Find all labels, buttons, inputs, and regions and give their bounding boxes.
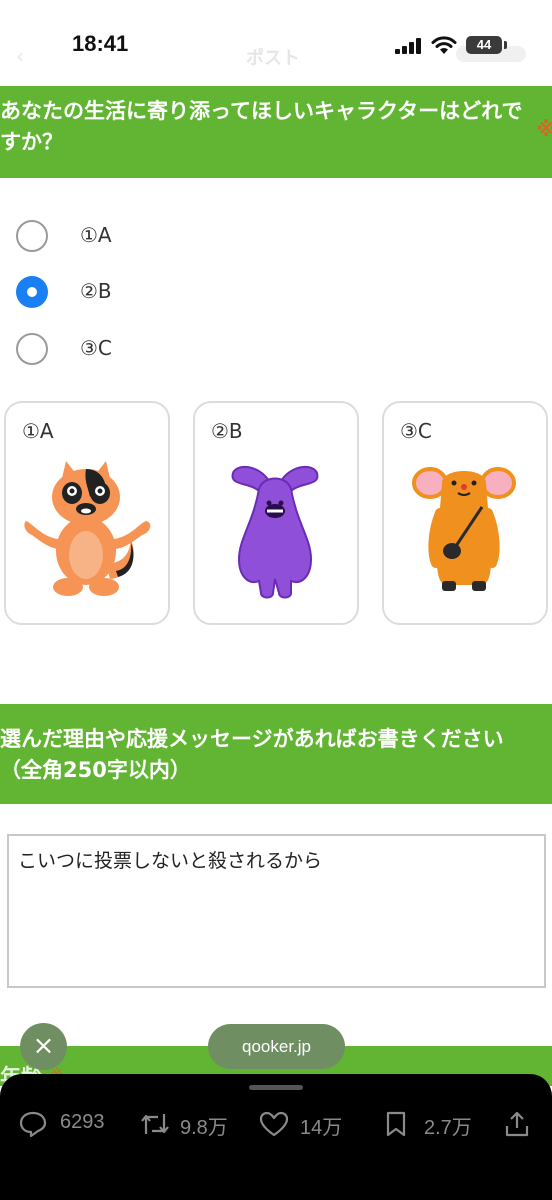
bookmark-action[interactable]: 2.7万 — [382, 1108, 492, 1140]
card-c-label: ③C — [400, 419, 432, 443]
purple-rabbit-character-icon — [231, 465, 319, 599]
option-a[interactable]: ①A — [16, 216, 316, 256]
character-card-c: ③C — [382, 401, 548, 625]
option-b[interactable]: ②B — [16, 272, 316, 312]
close-button[interactable]: × — [20, 1023, 67, 1070]
question-header-character: あなたの生活に寄り添ってほしいキャラクターはどれですか？ ※ — [0, 86, 552, 178]
option-a-label: ①A — [80, 223, 112, 247]
signal-icon — [395, 38, 421, 54]
like-count: 14万 — [300, 1117, 343, 1139]
reason-textarea[interactable]: こいつに投票しないと殺されるから — [7, 834, 546, 988]
radio-c[interactable] — [16, 333, 48, 365]
ghost-page-title: ポスト — [246, 48, 300, 69]
bookmark-icon — [386, 1111, 406, 1137]
orange-fox-character-icon — [24, 461, 151, 596]
radio-b-selected[interactable] — [16, 276, 48, 308]
option-c-label: ③C — [80, 336, 112, 360]
battery-tip — [504, 41, 507, 49]
question-text-reason: 選んだ理由や応援メッセージがあればお書きください（全角250字以内） — [0, 727, 504, 782]
orange-monkey-character-icon — [412, 467, 516, 591]
like-action[interactable]: 14万 — [258, 1108, 358, 1140]
drag-handle[interactable] — [249, 1085, 303, 1090]
option-c[interactable]: ③C — [16, 329, 316, 369]
share-action[interactable] — [503, 1108, 533, 1140]
radio-a[interactable] — [16, 220, 48, 252]
card-b-label: ②B — [211, 419, 243, 443]
status-time: 18:41 — [72, 31, 129, 56]
share-icon — [505, 1111, 529, 1137]
question-header-reason: 選んだ理由や応援メッセージがあればお書きください（全角250字以内） — [0, 704, 552, 804]
status-bar: ‹ 18:41 ポスト 44 — [0, 0, 552, 86]
card-a-label: ①A — [22, 419, 54, 443]
reply-icon — [19, 1111, 47, 1138]
option-b-label: ②B — [80, 279, 112, 303]
like-icon — [259, 1111, 289, 1137]
reply-action[interactable]: 6293 — [18, 1108, 128, 1140]
character-card-b: ②B — [193, 401, 359, 625]
battery-icon: 44 — [466, 36, 502, 54]
question-text-character: あなたの生活に寄り添ってほしいキャラクターはどれですか？ — [0, 99, 523, 154]
retweet-action[interactable]: 9.8万 — [138, 1108, 248, 1140]
bookmark-count: 2.7万 — [424, 1117, 472, 1139]
url-pill[interactable]: qooker.jp — [208, 1024, 345, 1069]
retweet-count: 9.8万 — [180, 1117, 228, 1139]
required-mark: ※ — [537, 117, 552, 141]
back-icon[interactable]: ‹ — [16, 44, 24, 68]
battery-level: 44 — [476, 37, 492, 52]
retweet-icon — [141, 1114, 169, 1134]
reason-text-value: こいつに投票しないと殺されるから — [18, 850, 323, 872]
reply-count: 6293 — [60, 1111, 105, 1133]
wifi-icon — [431, 36, 457, 54]
character-card-a: ①A — [4, 401, 170, 625]
